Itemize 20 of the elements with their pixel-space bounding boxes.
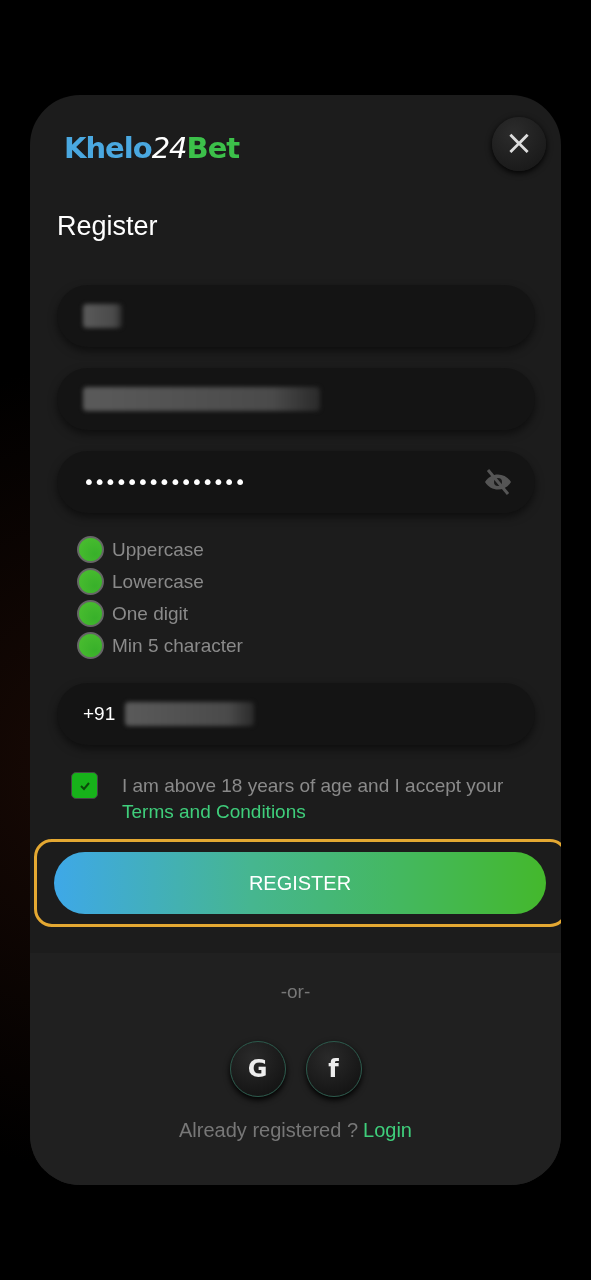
dialog-title: Register [57,211,159,242]
rule-label: Lowercase [112,570,204,593]
divider-text: -or- [280,981,311,1003]
phone-field[interactable]: +91 [57,683,535,745]
check-icon [78,780,91,791]
close-button[interactable]: × [492,117,546,171]
logo: Khelo24Bet [64,131,240,165]
social-login-button[interactable]: G [229,1041,286,1097]
social-login-button[interactable]: f [305,1041,362,1097]
rule-label: One digit [112,602,189,625]
country-code: +91 [83,703,116,725]
agreement-text: I am above 18 years of age and I accept your Terms and Conditions [122,774,505,824]
checkbox[interactable] [71,772,98,799]
terms-link[interactable]: Terms and Conditions [122,801,306,822]
password-field[interactable]: ••••••••••••••• [57,451,535,513]
login-link[interactable]: Login [363,1119,412,1142]
footer-text: Already registered ? [179,1119,358,1142]
rule-label: Uppercase [112,538,204,561]
rule-label: Min 5 character [112,634,243,657]
eye-off-icon[interactable] [483,468,513,496]
